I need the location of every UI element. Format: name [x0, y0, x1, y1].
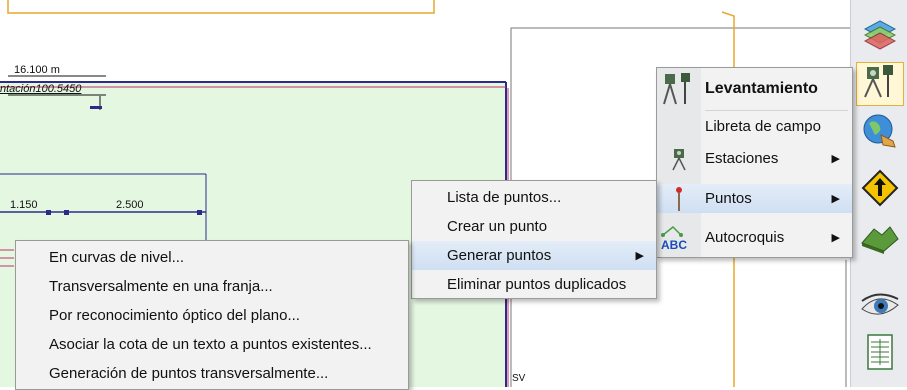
dimension-mid-value: 2.500	[116, 199, 144, 211]
survey-button[interactable]	[856, 62, 904, 106]
terrain-icon	[860, 221, 900, 260]
menu-item-libreta[interactable]: Libreta de campo	[657, 112, 852, 141]
submenu-arrow-icon: ▶	[831, 193, 840, 205]
menu-title: Levantamiento	[705, 80, 818, 97]
menu-item-label: Puntos	[705, 190, 752, 207]
menu-item-lista-puntos[interactable]: Lista de puntos...	[412, 183, 656, 212]
menu-item-generacion-transversal[interactable]: Generación de puntos transversalmente...	[16, 359, 408, 388]
generar-puntos-submenu: En curvas de nivel... Transversalmente e…	[15, 240, 409, 390]
point-pin-icon	[671, 186, 687, 216]
corner-label: SV	[512, 373, 526, 384]
menu-item-asociar-cota[interactable]: Asociar la cota de un texto a puntos exi…	[16, 330, 408, 359]
levantamiento-menu: Levantamiento Libreta de campo Estacione…	[656, 67, 853, 258]
menu-item-label: En curvas de nivel...	[49, 249, 185, 266]
menu-item-label: Autocroquis	[705, 229, 785, 246]
terrain-button[interactable]	[856, 218, 904, 262]
menu-item-label: Generar puntos	[447, 247, 552, 264]
menu-item-puntos[interactable]: Puntos ▶	[657, 184, 852, 213]
menu-item-generar-puntos[interactable]: Generar puntos ▶	[412, 241, 656, 270]
puntos-submenu: Lista de puntos... Crear un punto Genera…	[411, 180, 657, 299]
dimension-left-value: 1.150	[10, 199, 38, 211]
menu-item-label: Generación de puntos transversalmente...	[49, 365, 329, 382]
globe-button[interactable]	[856, 110, 904, 154]
menu-item-label: Lista de puntos...	[447, 189, 562, 206]
menu-item-reconocimiento-optico[interactable]: Por reconocimiento óptico del plano...	[16, 301, 408, 330]
menu-item-estaciones[interactable]: Estaciones ▶	[657, 144, 852, 173]
globe-icon	[861, 111, 899, 154]
dimension-top-value: 16.100 m	[14, 64, 60, 76]
right-toolbar	[850, 0, 907, 387]
layers-icon	[861, 17, 899, 56]
menu-title-row: Levantamiento	[657, 68, 852, 110]
menu-item-label: Libreta de campo	[705, 118, 821, 135]
svg-text:ABC: ABC	[661, 238, 687, 251]
menu-item-curvas-nivel[interactable]: En curvas de nivel...	[16, 243, 408, 272]
menu-item-label: Asociar la cota de un texto a puntos exi…	[49, 336, 372, 353]
submenu-arrow-icon: ▶	[831, 153, 840, 165]
menu-item-label: Crear un punto	[447, 218, 548, 235]
menu-item-label: Estaciones	[705, 150, 779, 167]
survey-instrument-icon	[661, 72, 697, 111]
abc-sketch-icon: ABC	[659, 223, 699, 255]
dimension-top-label: ntación100.5450	[0, 83, 82, 95]
road-sign-button[interactable]	[856, 168, 904, 212]
survey-instrument-icon	[861, 63, 899, 106]
eye-icon	[860, 291, 900, 326]
menu-item-eliminar-duplicados[interactable]: Eliminar puntos duplicados	[412, 270, 656, 299]
view-button[interactable]	[856, 286, 904, 330]
spreadsheet-button[interactable]	[856, 332, 904, 376]
menu-item-transversal-franja[interactable]: Transversalmente en una franja...	[16, 272, 408, 301]
spreadsheet-icon	[865, 333, 895, 376]
total-station-icon	[667, 147, 691, 175]
menu-item-crear-punto[interactable]: Crear un punto	[412, 212, 656, 241]
layers-button[interactable]	[856, 14, 904, 58]
submenu-arrow-icon: ▶	[635, 250, 644, 262]
menu-item-autocroquis[interactable]: ABC Autocroquis ▶	[657, 223, 852, 252]
menu-item-label: Eliminar puntos duplicados	[447, 276, 627, 293]
road-sign-icon	[861, 169, 899, 212]
menu-item-label: Por reconocimiento óptico del plano...	[49, 307, 300, 324]
menu-item-label: Transversalmente en una franja...	[49, 278, 273, 295]
submenu-arrow-icon: ▶	[831, 232, 840, 244]
